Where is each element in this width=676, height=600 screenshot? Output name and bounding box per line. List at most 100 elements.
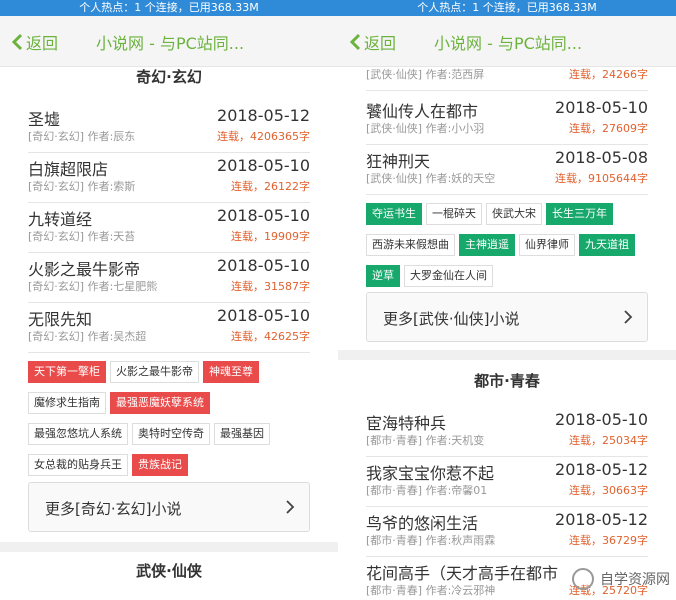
more-button[interactable]: 更多[武侠·仙侠]小说 [366,292,648,342]
book-date: 2018-05-12 [555,510,648,529]
tag[interactable]: 最强基因 [214,423,270,445]
book-name: 狂神刑天 [366,152,431,171]
tag[interactable]: 大罗金仙在人间 [404,265,493,287]
tag[interactable]: 天下第一擎柜 [28,361,106,383]
chevron-right-icon [624,310,633,324]
more-button[interactable]: 更多[奇幻·玄幻]小说 [28,482,310,532]
book-meta: [都市·青春] 作者:冷云邪神 [366,584,496,597]
book-meta: [都市·青春] 作者:帝馨01 [366,484,488,497]
book-name: 火影之最牛影帝 [28,260,141,279]
book-row[interactable]: [武侠·仙侠] 作者:范西屏 连载，24266字 [366,66,648,91]
section-title-fantasy: 奇幻·玄幻 [136,68,202,86]
book-name: 九转道经 [28,210,93,229]
tag[interactable]: 侠武大宋 [486,203,542,225]
tag[interactable]: 九天道祖 [579,234,635,256]
book-row[interactable]: 我家宝宝你惹不起 2018-05-12 [都市·青春] 作者:帝馨01 连载，3… [366,456,648,507]
tag[interactable]: 一棍碎天 [426,203,482,225]
tag[interactable]: 最强忽悠坑人系统 [28,423,128,445]
tag[interactable]: 夺运书生 [366,203,422,225]
tag-cloud: 天下第一擎柜 火影之最牛影帝 神魂至尊 魔修求生指南 最强恶魔妖孽系统 最强忽悠坑人系… [28,360,310,484]
tag[interactable]: 魔修求生指南 [28,392,106,414]
back-label: 返回 [26,34,59,53]
book-status: 连载，25034字 [569,434,648,447]
section-title-wuxia: 武侠·仙侠 [136,562,202,580]
book-status: 连载，30663字 [569,484,648,497]
book-date: 2018-05-10 [555,410,648,429]
nav-bar: 返回 小说网 - 与PC站同... [0,16,338,67]
book-date: 2018-05-10 [217,156,310,175]
right-screen: 个人热点：1 个连接，已用368.33M 返回 小说网 - 与PC站同... [… [338,0,676,600]
more-label: 更多[武侠·仙侠]小说 [383,310,520,328]
tag[interactable]: 仙界律师 [519,234,575,256]
watermark: 自学资源网 [572,568,670,590]
content: [武侠·仙侠] 作者:范西屏 连载，24266字 饕仙传人在都市 2018-05… [338,66,676,600]
book-date: 2018-05-10 [555,98,648,117]
tag[interactable]: 逆草 [366,265,400,287]
book-status: 连载，26122字 [231,180,310,193]
book-meta: [奇幻·玄幻] 作者:天苔 [28,230,136,243]
tag[interactable]: 神魂至尊 [203,361,259,383]
status-text: 个人热点：1 个连接，已用368.33M [417,1,597,14]
content: 奇幻·玄幻 圣墟 2018-05-12 [奇幻·玄幻] 作者:辰东 连载，420… [0,66,338,600]
tag-cloud: 夺运书生 一棍碎天 侠武大宋 长生三万年 西游未来假想曲 主神逍遥 仙界律师 九天道祖 逆草… [366,202,648,295]
book-status: 连载，19909字 [231,230,310,243]
tag[interactable]: 西游未来假想曲 [366,234,455,256]
book-meta: [奇幻·玄幻] 作者:吴杰超 [28,330,147,343]
chevron-left-icon [11,33,23,51]
book-row[interactable]: 火影之最牛影帝 2018-05-10 [奇幻·玄幻] 作者:七星肥熊 连载，31… [28,252,310,303]
book-meta: [奇幻·玄幻] 作者:索斯 [28,180,136,193]
book-name: 无限先知 [28,310,93,329]
book-status: 连载，4206365字 [217,130,310,143]
book-row[interactable]: 圣墟 2018-05-12 [奇幻·玄幻] 作者:辰东 连载，4206365字 [28,102,310,153]
back-button[interactable]: 返回 [10,30,58,54]
book-status: 连载，42625字 [231,330,310,343]
book-date: 2018-05-10 [217,306,310,325]
book-meta: [都市·青春] 作者:秋声雨霖 [366,534,496,547]
book-meta: [武侠·仙侠] 作者:妖的天空 [366,172,496,185]
watermark-text: 自学资源网 [600,572,670,588]
watermark-logo-icon [572,568,594,590]
book-status: 连载，36729字 [569,534,648,547]
status-text: 个人热点：1 个连接，已用368.33M [79,1,259,14]
page-title: 小说网 - 与PC站同... [434,34,583,53]
book-row[interactable]: 白旗超限店 2018-05-10 [奇幻·玄幻] 作者:索斯 连载，26122字 [28,152,310,203]
tag[interactable]: 最强恶魔妖孽系统 [110,392,210,414]
tag[interactable]: 奥特时空传奇 [132,423,210,445]
book-name: 花间高手（天才高手在都市 [366,564,559,583]
book-meta: [武侠·仙侠] 作者:范西屏 [366,68,485,81]
back-button[interactable]: 返回 [348,30,396,54]
book-date: 2018-05-08 [555,148,648,167]
book-date: 2018-05-12 [555,460,648,479]
book-name: 宦海特种兵 [366,414,447,433]
tag[interactable]: 火影之最牛影帝 [110,361,199,383]
book-row[interactable]: 鸟爷的悠闲生活 2018-05-12 [都市·青春] 作者:秋声雨霖 连载，36… [366,506,648,557]
book-status: 连载，9105644字 [555,172,648,185]
section-divider [338,350,676,360]
book-row[interactable]: 九转道经 2018-05-10 [奇幻·玄幻] 作者:天苔 连载，19909字 [28,202,310,253]
section-divider [0,542,338,552]
tag[interactable]: 女总裁的贴身兵王 [28,454,128,476]
tag[interactable]: 贵族战记 [132,454,188,476]
status-bar: 个人热点：1 个连接，已用368.33M [338,0,676,16]
book-date: 2018-05-10 [217,206,310,225]
book-name: 鸟爷的悠闲生活 [366,514,479,533]
book-name: 饕仙传人在都市 [366,102,479,121]
tag[interactable]: 长生三万年 [546,203,613,225]
section-title-urban: 都市·青春 [474,372,540,390]
book-row[interactable]: 无限先知 2018-05-10 [奇幻·玄幻] 作者:吴杰超 连载，42625字 [28,302,310,353]
book-name: 白旗超限店 [28,160,109,179]
more-label: 更多[奇幻·玄幻]小说 [45,500,182,518]
tag[interactable]: 主神逍遥 [459,234,515,256]
book-name: 圣墟 [28,110,61,129]
nav-bar: 返回 小说网 - 与PC站同... [338,16,676,67]
left-screen: 个人热点：1 个连接，已用368.33M 返回 小说网 - 与PC站同... 奇… [0,0,338,600]
chevron-left-icon [349,33,361,51]
book-meta: [都市·青春] 作者:天机变 [366,434,485,447]
book-meta: [奇幻·玄幻] 作者:辰东 [28,130,136,143]
book-row[interactable]: 宦海特种兵 2018-05-10 [都市·青春] 作者:天机变 连载，25034… [366,406,648,457]
book-status: 连载，31587字 [231,280,310,293]
book-row[interactable]: 狂神刑天 2018-05-08 [武侠·仙侠] 作者:妖的天空 连载，91056… [366,144,648,195]
book-name: 我家宝宝你惹不起 [366,464,495,483]
book-row[interactable]: 饕仙传人在都市 2018-05-10 [武侠·仙侠] 作者:小小羽 连载，276… [366,94,648,145]
back-label: 返回 [364,34,397,53]
